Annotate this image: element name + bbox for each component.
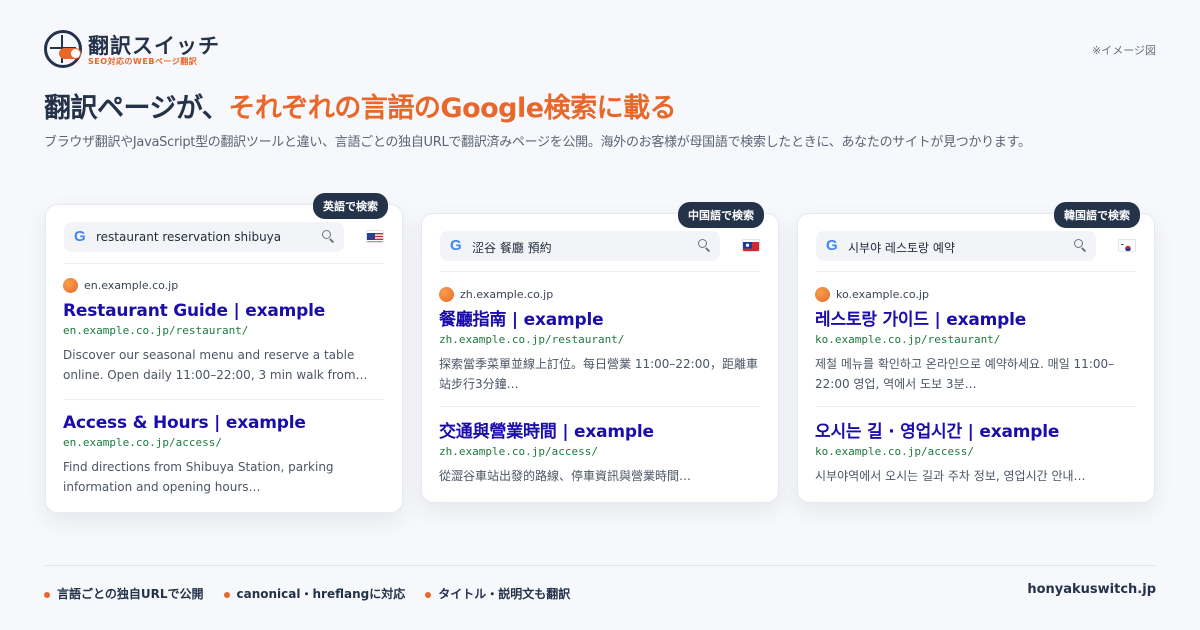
result-title-link[interactable]: 交通與營業時間 | example: [439, 421, 760, 443]
divider: [440, 406, 760, 407]
page-title: 翻訳ページが、それぞれの言語のGoogle検索に載る: [44, 86, 677, 125]
headline-accent: それぞれの言語のGoogle検索に載る: [228, 93, 677, 124]
google-icon: G: [74, 228, 86, 245]
footer-divider: [44, 565, 1156, 566]
result-title-link[interactable]: 레스토랑 가이드 | example: [815, 309, 1136, 331]
search-result: Access & Hours | example en.example.co.j…: [63, 412, 384, 497]
search-card-chinese: 中国語で検索 G 涩谷 餐廳 預約 zh.example.co.jp 餐廳指南 …: [421, 202, 779, 503]
google-icon: G: [826, 237, 838, 254]
result-title-link[interactable]: Restaurant Guide | example: [63, 300, 384, 322]
search-language-badge: 中国語で検索: [678, 202, 764, 228]
header: 翻訳スイッチ SEO対応のWEBページ翻訳 ※イメージ図: [44, 28, 1156, 72]
search-result: zh.example.co.jp 餐廳指南 | example zh.examp…: [439, 287, 760, 394]
result-url: ko.example.co.jp/restaurant/: [815, 333, 1001, 346]
result-snippet: Discover our seasonal menu and reserve a…: [63, 348, 368, 382]
search-query: 시부야 레스토랑 예약: [848, 241, 955, 255]
result-title-link[interactable]: 오시는 길 · 영업시간 | example: [815, 421, 1136, 443]
divider: [816, 271, 1136, 272]
globe-switch-icon: [44, 30, 82, 68]
result-snippet: Find directions from Shibuya Station, pa…: [63, 460, 334, 494]
result-url: zh.example.co.jp/restaurant/: [439, 333, 625, 346]
search-query: restaurant reservation shibuya: [96, 230, 282, 244]
result-domain: zh.example.co.jp: [460, 288, 554, 301]
feature-item: タイトル・説明文も翻訳: [425, 585, 570, 602]
kr-flag-icon: [1118, 239, 1136, 252]
search-result: en.example.co.jp Restaurant Guide | exam…: [63, 278, 384, 385]
site-favicon-icon: [63, 278, 78, 293]
result-snippet: 從澀谷車站出發的路線、停車資訊與營業時間…: [439, 469, 692, 483]
image-note: ※イメージ図: [1092, 44, 1156, 57]
result-domain: en.example.co.jp: [84, 279, 179, 292]
search-language-badge: 英語で検索: [313, 193, 388, 219]
feature-item: canonical・hreflangに対応: [223, 585, 405, 602]
result-snippet: 시부야역에서 오시는 길과 주차 정보, 영업시간 안내…: [815, 469, 1086, 483]
search-card-english: 英語で検索 G restaurant reservation shibuya e…: [45, 193, 403, 513]
search-input[interactable]: G restaurant reservation shibuya: [64, 222, 344, 252]
search-input[interactable]: G 涩谷 餐廳 預約: [440, 231, 720, 261]
site-url-link[interactable]: honyakuswitch.jp: [1027, 582, 1156, 597]
result-url: zh.example.co.jp/access/: [439, 445, 598, 458]
search-bar: G restaurant reservation shibuya: [64, 222, 384, 252]
bullet-dot-icon: [223, 591, 230, 598]
divider: [64, 399, 384, 400]
search-icon[interactable]: [1074, 239, 1087, 252]
result-url: en.example.co.jp/restaurant/: [63, 324, 249, 337]
result-snippet: 探索當季菜單並線上訂位。每日營業 11:00–22:00，距離車站步行3分鐘…: [439, 357, 758, 391]
result-snippet: 제철 메뉴를 확인하고 온라인으로 예약하세요. 매일 11:00–22:00 …: [815, 357, 1115, 391]
search-icon[interactable]: [322, 230, 335, 243]
result-title-link[interactable]: 餐廳指南 | example: [439, 309, 760, 331]
search-language-badge: 韓国語で検索: [1054, 202, 1140, 228]
feature-item: 言語ごとの独自URLで公開: [44, 585, 204, 602]
headline-lead: 翻訳ページが、: [44, 93, 229, 124]
divider: [64, 263, 384, 264]
result-domain: ko.example.co.jp: [836, 288, 929, 301]
result-url: en.example.co.jp/access/: [63, 436, 222, 449]
search-result: ko.example.co.jp 레스토랑 가이드 | example ko.e…: [815, 287, 1136, 394]
divider: [816, 406, 1136, 407]
bullet-dot-icon: [425, 591, 432, 598]
search-card-korean: 韓国語で検索 G 시부야 레스토랑 예약 ko.example.co.jp 레스…: [797, 202, 1155, 503]
search-query: 涩谷 餐廳 預約: [472, 241, 552, 255]
search-result: 오시는 길 · 영업시간 | example ko.example.co.jp/…: [815, 421, 1136, 486]
feature-list: 言語ごとの独自URLで公開 canonical・hreflangに対応 タイトル・説…: [44, 583, 590, 602]
tw-flag-icon: [742, 239, 760, 252]
site-favicon-icon: [439, 287, 454, 302]
us-flag-icon: [366, 230, 384, 243]
brand-logo[interactable]: 翻訳スイッチ SEO対応のWEBページ翻訳: [44, 28, 244, 72]
result-url: ko.example.co.jp/access/: [815, 445, 974, 458]
result-title-link[interactable]: Access & Hours | example: [63, 412, 384, 434]
brand-tagline: SEO対応のWEBページ翻訳: [88, 57, 198, 66]
search-bar: G 涩谷 餐廳 預約: [440, 231, 760, 261]
search-result: 交通與營業時間 | example zh.example.co.jp/acces…: [439, 421, 760, 486]
google-icon: G: [450, 237, 462, 254]
site-favicon-icon: [815, 287, 830, 302]
page-subtitle: ブラウザ翻訳やJavaScript型の翻訳ツールと違い、言語ごとの独自URLで翻…: [44, 135, 1031, 150]
search-input[interactable]: G 시부야 레스토랑 예약: [816, 231, 1096, 261]
search-bar: G 시부야 레스토랑 예약: [816, 231, 1136, 261]
search-icon[interactable]: [698, 239, 711, 252]
bullet-dot-icon: [44, 591, 50, 598]
divider: [440, 271, 760, 272]
